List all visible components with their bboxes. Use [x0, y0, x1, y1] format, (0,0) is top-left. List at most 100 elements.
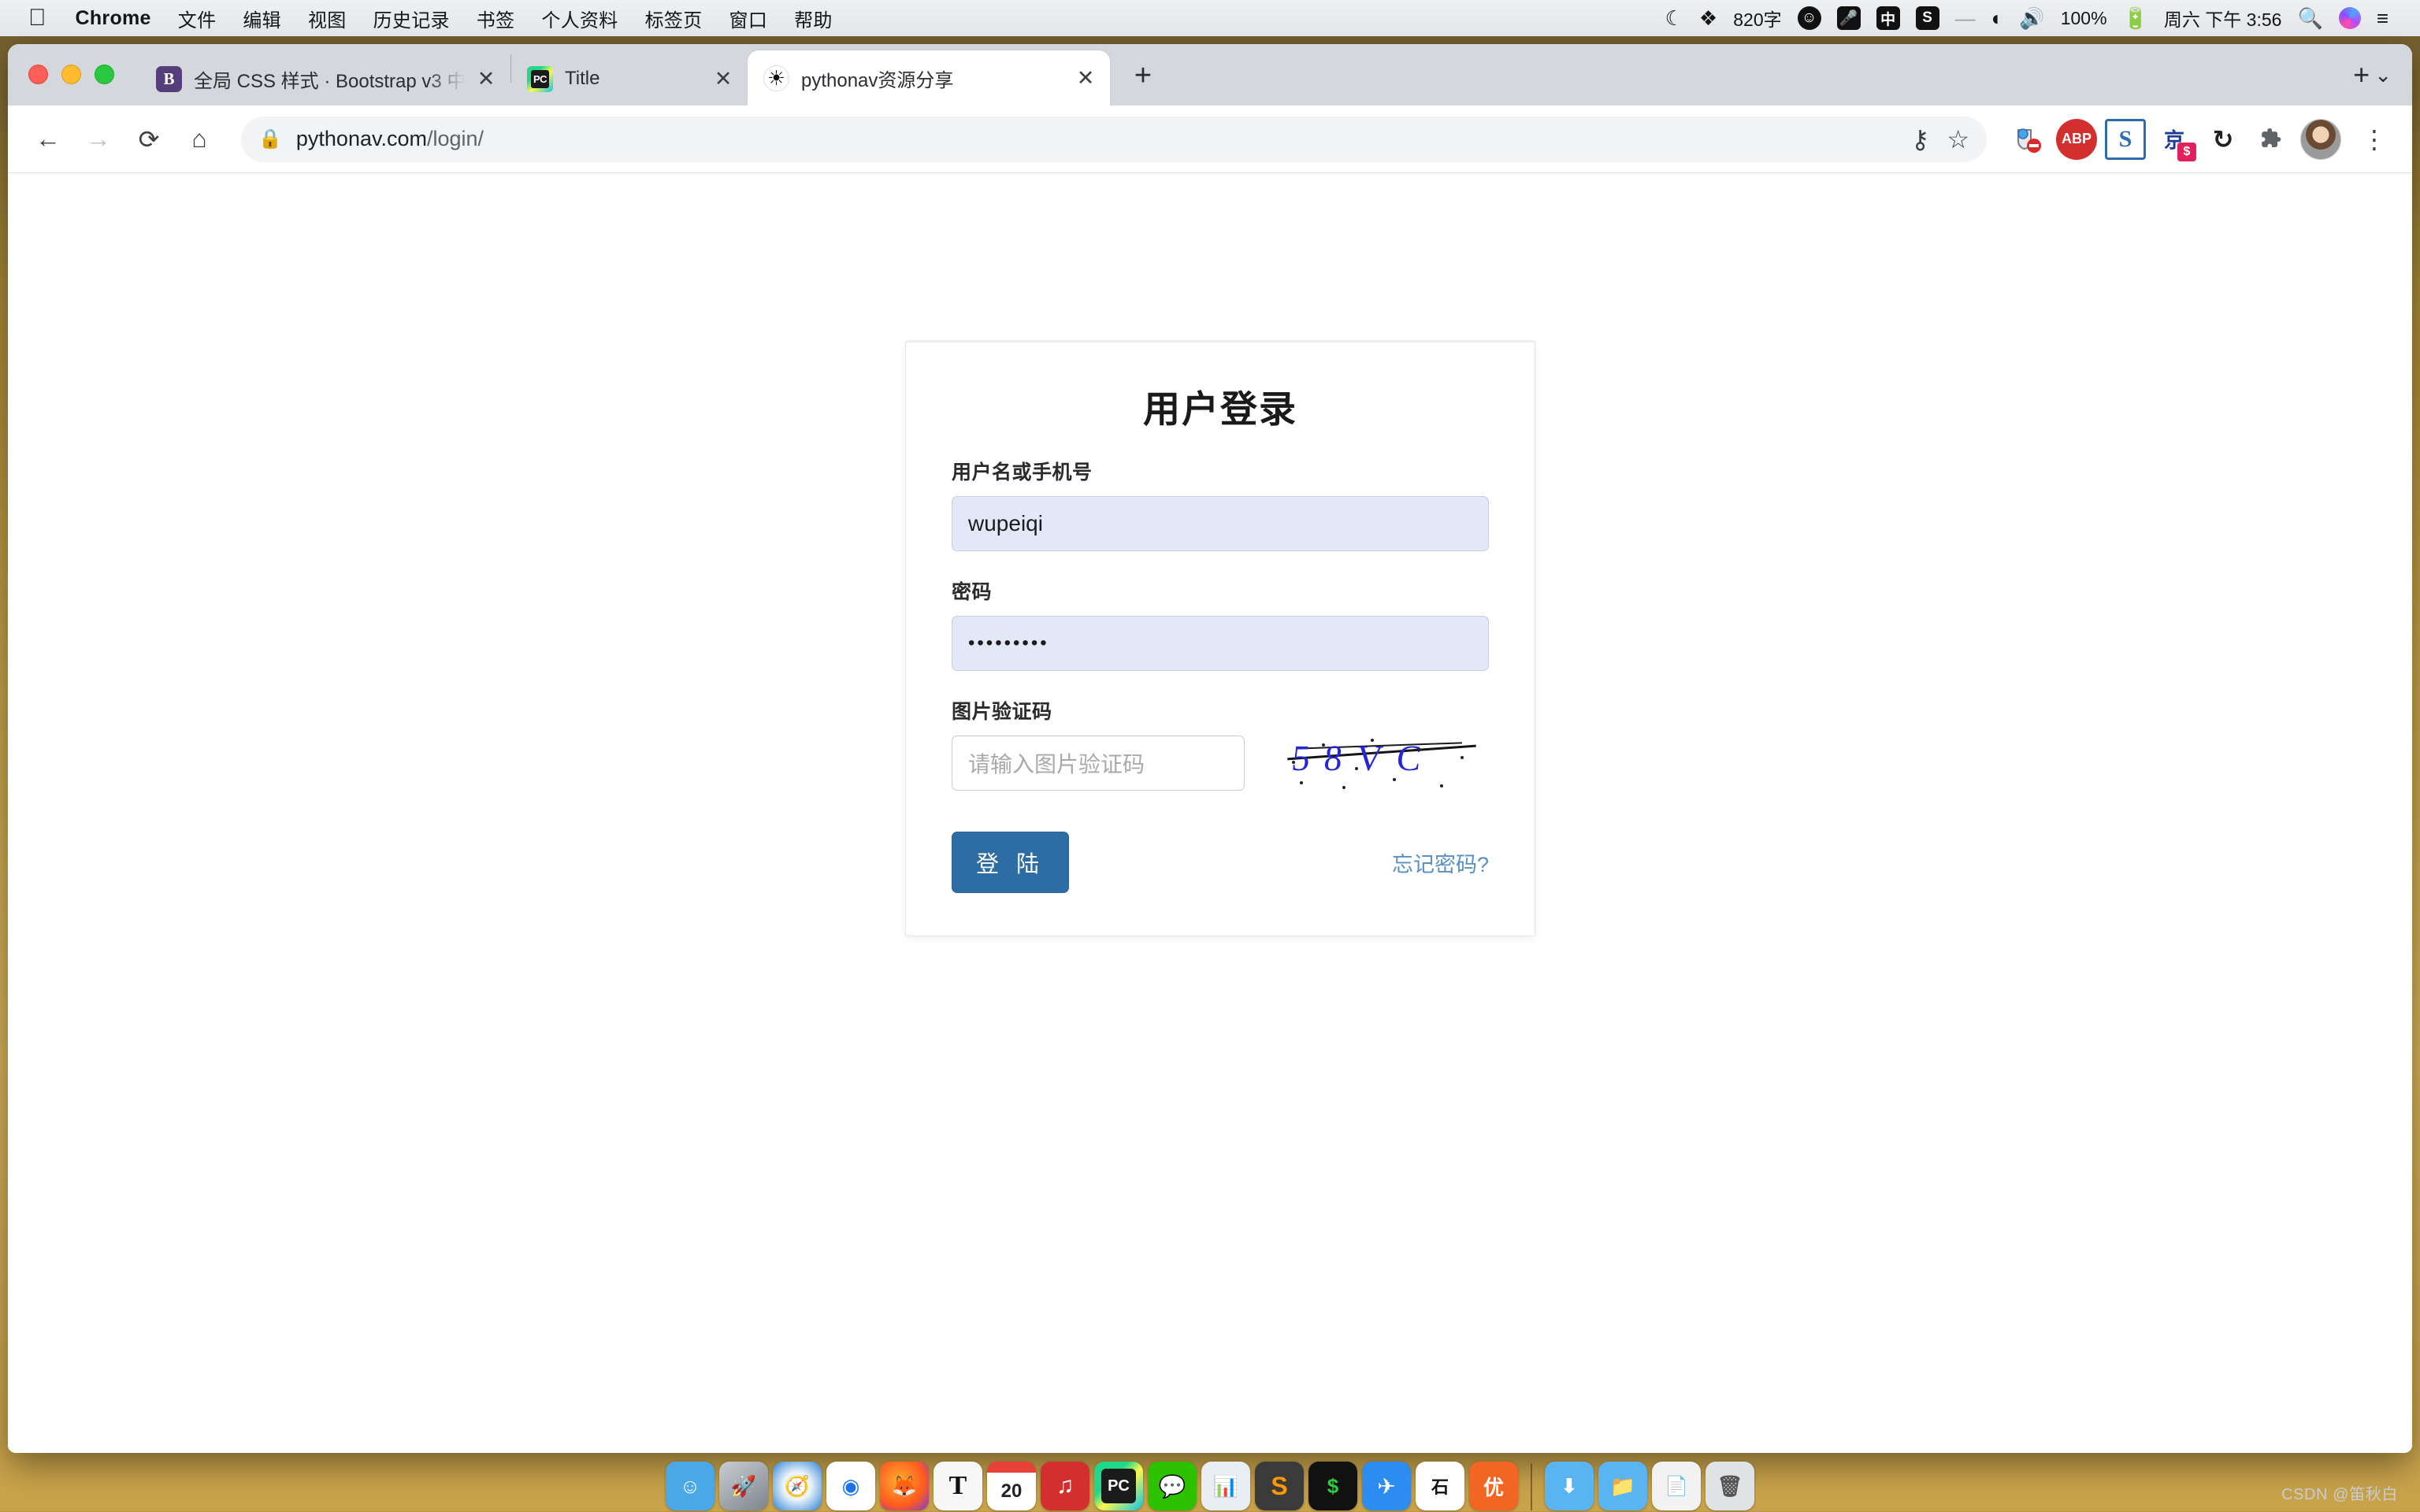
menu-item-file[interactable]: 文件 [165, 5, 230, 32]
wifi-icon[interactable]: ◐ [1984, 8, 2012, 28]
dock-item-youdao-dict[interactable]: 石 [1416, 1462, 1464, 1510]
dock-item-trash[interactable]: 🗑 [1706, 1462, 1754, 1510]
close-icon[interactable]: ✕ [1072, 65, 1099, 91]
dock-item-downloads-folder[interactable]: ⬇ [1545, 1462, 1594, 1510]
battery-charging-icon[interactable]: 🔋 [2115, 8, 2156, 28]
username-input[interactable]: wupeiqi [952, 496, 1489, 551]
forward-button[interactable]: → [76, 117, 121, 162]
pythonav-icon: ☀ [763, 65, 789, 91]
chevron-down-icon[interactable]: ⌄ [2374, 63, 2392, 87]
bluetooth-icon[interactable]: — [1947, 8, 1984, 28]
sync-ext-icon[interactable]: ↻ [2203, 119, 2244, 160]
spotlight-search-icon[interactable]: 🔍 [2289, 8, 2330, 28]
dock-item-iterm[interactable]: $ [1308, 1462, 1357, 1510]
moon-icon[interactable]: ☾ [1657, 8, 1691, 28]
captcha-noise-dot [1461, 756, 1464, 759]
menu-item-view[interactable]: 视图 [295, 5, 360, 32]
csdn-watermark: CSDN @笛秋白 [2281, 1481, 2398, 1504]
menu-item-window[interactable]: 窗口 [716, 5, 781, 32]
jd-badge: $ [2177, 143, 2196, 161]
dock-item-typora[interactable]: T [933, 1462, 982, 1510]
dock-item-dingtalk[interactable]: ✈ [1362, 1462, 1411, 1510]
captcha-noise-dot [1292, 761, 1295, 764]
menu-item-tabs[interactable]: 标签页 [632, 5, 716, 32]
siri-icon[interactable] [2331, 7, 2369, 29]
menu-item-chrome[interactable]: Chrome [62, 7, 165, 30]
menu-item-edit[interactable]: 编辑 [229, 5, 295, 32]
control-center-icon[interactable]: ≡ [2369, 8, 2396, 28]
dock-item-keynote[interactable]: 📊 [1201, 1462, 1250, 1510]
username-label: 用户名或手机号 [952, 457, 1489, 485]
dock-item-chrome[interactable]: ◉ [826, 1462, 875, 1510]
reload-button[interactable]: ⟳ [126, 117, 172, 162]
tab-pythonav[interactable]: ☀ pythonav资源分享 ✕ [748, 50, 1110, 106]
captcha-row: 请输入图片验证码 58VC [952, 736, 1489, 794]
chrome-menu-button[interactable]: ⋮ [2349, 124, 2395, 154]
dock-item-sublime-text[interactable]: S [1255, 1462, 1304, 1510]
pycharm-icon: PC [527, 66, 553, 92]
login-submit-button[interactable]: 登 陆 [952, 832, 1069, 893]
password-key-icon[interactable]: ⚷ [1911, 124, 1929, 154]
captcha-image[interactable]: 58VC [1286, 732, 1479, 794]
captcha-noise-dot [1393, 778, 1396, 781]
tab-list: B 全局 CSS 样式 · Bootstrap v3 中 ✕ PC Title … [140, 44, 1165, 106]
close-icon[interactable]: ✕ [710, 65, 737, 92]
word-count-label[interactable]: 820字 [1725, 5, 1789, 32]
dock-item-firefox[interactable]: 🦊 [880, 1462, 929, 1510]
dock-item-recent-docs[interactable]: 📄 [1652, 1462, 1701, 1510]
profile-avatar[interactable] [2300, 119, 2341, 160]
home-button[interactable]: ⌂ [176, 117, 222, 162]
ime-chinese-icon[interactable]: 中 [1869, 6, 1908, 30]
jd-price-icon[interactable]: 京 $ [2154, 119, 2195, 160]
dock-item-calendar[interactable]: 20 [987, 1462, 1036, 1510]
dock-divider [1531, 1463, 1532, 1510]
menu-item-profiles[interactable]: 个人资料 [528, 5, 631, 32]
dock-item-youku[interactable]: 优 [1469, 1462, 1518, 1510]
close-icon[interactable]: ✕ [473, 65, 499, 92]
dock-item-netease-music[interactable]: ♫ [1041, 1462, 1089, 1510]
bookmark-star-icon[interactable]: ☆ [1947, 124, 1969, 154]
captcha-noise-dot [1355, 767, 1358, 770]
battery-percent-label: 100% [2053, 8, 2115, 29]
shield-ext-icon[interactable] [2007, 119, 2048, 160]
forgot-password-link[interactable]: 忘记密码? [1392, 847, 1489, 878]
captcha-noise-dot [1440, 784, 1443, 788]
dock-item-documents-folder[interactable]: 📁 [1598, 1462, 1647, 1510]
captcha-noise-dot [1371, 739, 1374, 742]
dock-item-finder[interactable]: ☺ [666, 1462, 714, 1510]
extensions-row: ABP S 京 $ ↻ ⋮ [1998, 119, 2395, 160]
dock-item-wechat[interactable]: 💬 [1148, 1462, 1197, 1510]
microphone-icon[interactable]: 🎤 [1829, 6, 1869, 30]
adblock-plus-icon[interactable]: ABP [2056, 119, 2097, 160]
password-label: 密码 [952, 576, 1489, 605]
menu-item-history[interactable]: 历史记录 [360, 5, 463, 32]
captcha-input[interactable]: 请输入图片验证码 [952, 736, 1245, 791]
puzzle-extensions-icon[interactable] [2251, 119, 2292, 160]
close-window-button[interactable] [28, 65, 48, 84]
dock-item-safari[interactable]: 🧭 [773, 1462, 822, 1510]
dock-item-pycharm[interactable]: PC [1094, 1462, 1143, 1510]
tab-strip-right-controls: + ⌄ [2353, 58, 2412, 106]
menu-item-help[interactable]: 帮助 [781, 5, 846, 32]
plus-icon[interactable]: + [2353, 58, 2370, 91]
login-actions-row: 登 陆 忘记密码? [952, 832, 1489, 893]
volume-icon[interactable]: 🔊 [2011, 8, 2052, 28]
maximize-window-button[interactable] [95, 65, 114, 84]
minimize-window-button[interactable] [61, 65, 81, 84]
address-bar[interactable]: 🔒 pythonav.com/login/ ⚷ ☆ [241, 117, 1987, 162]
menu-item-bookmarks[interactable]: 书签 [463, 5, 529, 32]
evernote-s-icon[interactable]: S [2105, 119, 2146, 160]
dock-item-launchpad[interactable]: 🚀 [719, 1462, 768, 1510]
password-input[interactable]: ••••••••• [952, 616, 1489, 671]
feather-icon[interactable]: ❖ [1691, 8, 1725, 28]
url-text: pythonav.com/login/ [296, 127, 484, 151]
emoji-icon[interactable]: ☺ [1790, 6, 1829, 30]
new-tab-button[interactable]: + [1121, 54, 1165, 98]
clock-datetime[interactable]: 周六 下午 3:56 [2156, 5, 2290, 32]
sogou-input-icon[interactable]: S [1908, 6, 1947, 30]
tab-title-page[interactable]: PC Title ✕ [511, 52, 748, 106]
tab-bootstrap[interactable]: B 全局 CSS 样式 · Bootstrap v3 中 ✕ [140, 52, 510, 106]
apple-logo-icon[interactable]:  [14, 6, 62, 30]
mac-menu-bar:  Chrome 文件 编辑 视图 历史记录 书签 个人资料 标签页 窗口 帮助… [0, 0, 2420, 36]
back-button[interactable]: ← [25, 117, 71, 162]
